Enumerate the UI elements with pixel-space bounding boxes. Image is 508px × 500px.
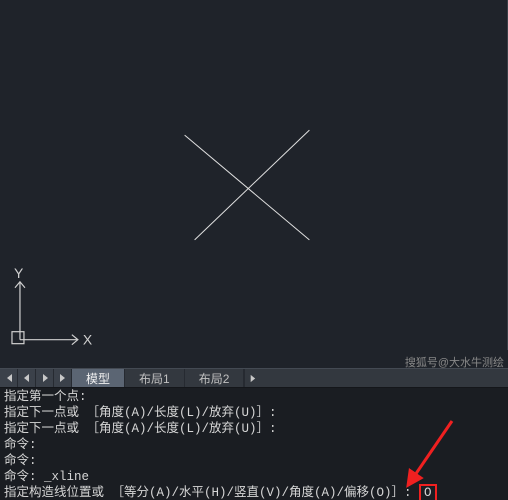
- highlight-offset-option: O: [419, 484, 437, 500]
- cmd-line: 命令:: [4, 437, 504, 453]
- cmd-line: 指定第一个点:: [4, 389, 504, 405]
- tab-nav-prev[interactable]: [18, 369, 36, 387]
- tab-layout1[interactable]: 布局1: [125, 369, 185, 387]
- tab-add-icon[interactable]: [244, 369, 260, 387]
- drawing-viewport[interactable]: X Y: [0, 0, 508, 350]
- tab-layout2[interactable]: 布局2: [185, 369, 245, 387]
- cmd-line: 命令: _xline: [4, 469, 504, 485]
- command-line-area[interactable]: 指定第一个点: 指定下一点或 ［角度(A)/长度(L)/放弃(U)］: 指定下一…: [0, 388, 508, 500]
- cmd-line: 指定构造线位置或 ［等分(A)/水平(H)/竖直(V)/角度(A)/偏移(O)］…: [4, 485, 504, 500]
- cmd-line: 指定下一点或 ［角度(A)/长度(L)/放弃(U)］:: [4, 405, 504, 421]
- tab-nav-last[interactable]: [54, 369, 72, 387]
- layout-tab-bar: 模型 布局1 布局2: [0, 368, 508, 388]
- tab-nav-next[interactable]: [36, 369, 54, 387]
- tab-model[interactable]: 模型: [72, 369, 125, 387]
- axis-y-label: Y: [14, 265, 24, 281]
- cmd-line: 指定下一点或 ［角度(A)/长度(L)/放弃(U)］:: [4, 421, 504, 437]
- axis-x-label: X: [83, 332, 93, 348]
- cmd-line: 命令:: [4, 453, 504, 469]
- cmd-xline: _xline: [44, 470, 89, 484]
- tab-nav-first[interactable]: [0, 369, 18, 387]
